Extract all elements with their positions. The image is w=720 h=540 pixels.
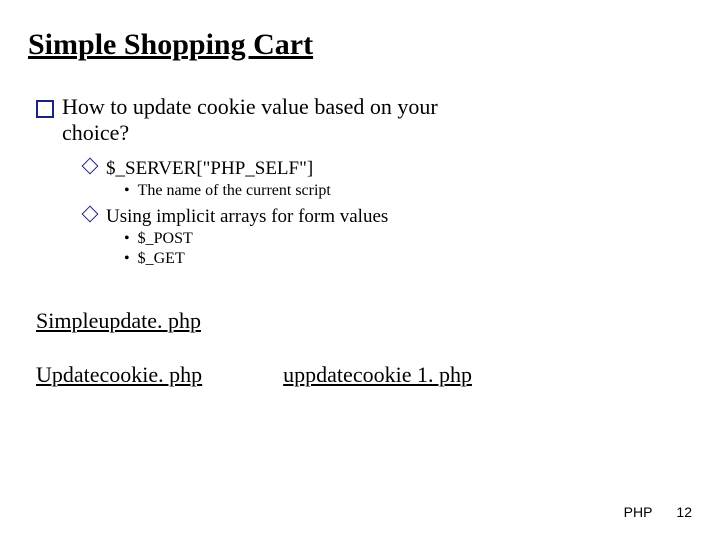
link-updatecookie[interactable]: Updatecookie. php (36, 362, 202, 387)
square-bullet-icon (36, 100, 54, 118)
subsub-current-script: The name of the current script (124, 182, 692, 200)
link-simpleupdate[interactable]: Simpleupdate. php (36, 308, 692, 334)
links-row: Updatecookie. php uppdatecookie 1. php (36, 362, 692, 388)
footer-label: PHP (624, 504, 653, 520)
sub-implicit-arrays: Using implicit arrays for form values (84, 206, 692, 228)
page-number: 12 (676, 504, 692, 520)
bullet-text: How to update cookie value based on your… (62, 94, 438, 146)
subsub-get: $_GET (124, 250, 692, 268)
slide-footer: PHP 12 (624, 504, 692, 520)
sub-text: $_SERVER["PHP_SELF"] (106, 158, 313, 179)
link-uppdatecookie1[interactable]: uppdatecookie 1. php (283, 362, 472, 387)
subsub-post: $_POST (124, 230, 692, 248)
bullet-line2: choice? (62, 120, 129, 145)
sub-text: Using implicit arrays for form values (106, 206, 388, 227)
diamond-bullet-icon (82, 158, 99, 175)
slide-title: Simple Shopping Cart (28, 28, 692, 62)
diamond-bullet-icon (82, 206, 99, 223)
sub-server-phpself: $_SERVER["PHP_SELF"] (84, 158, 692, 180)
bullet-how-update: How to update cookie value based on your… (36, 94, 692, 146)
bullet-line1: How to update cookie value based on your (62, 94, 438, 119)
